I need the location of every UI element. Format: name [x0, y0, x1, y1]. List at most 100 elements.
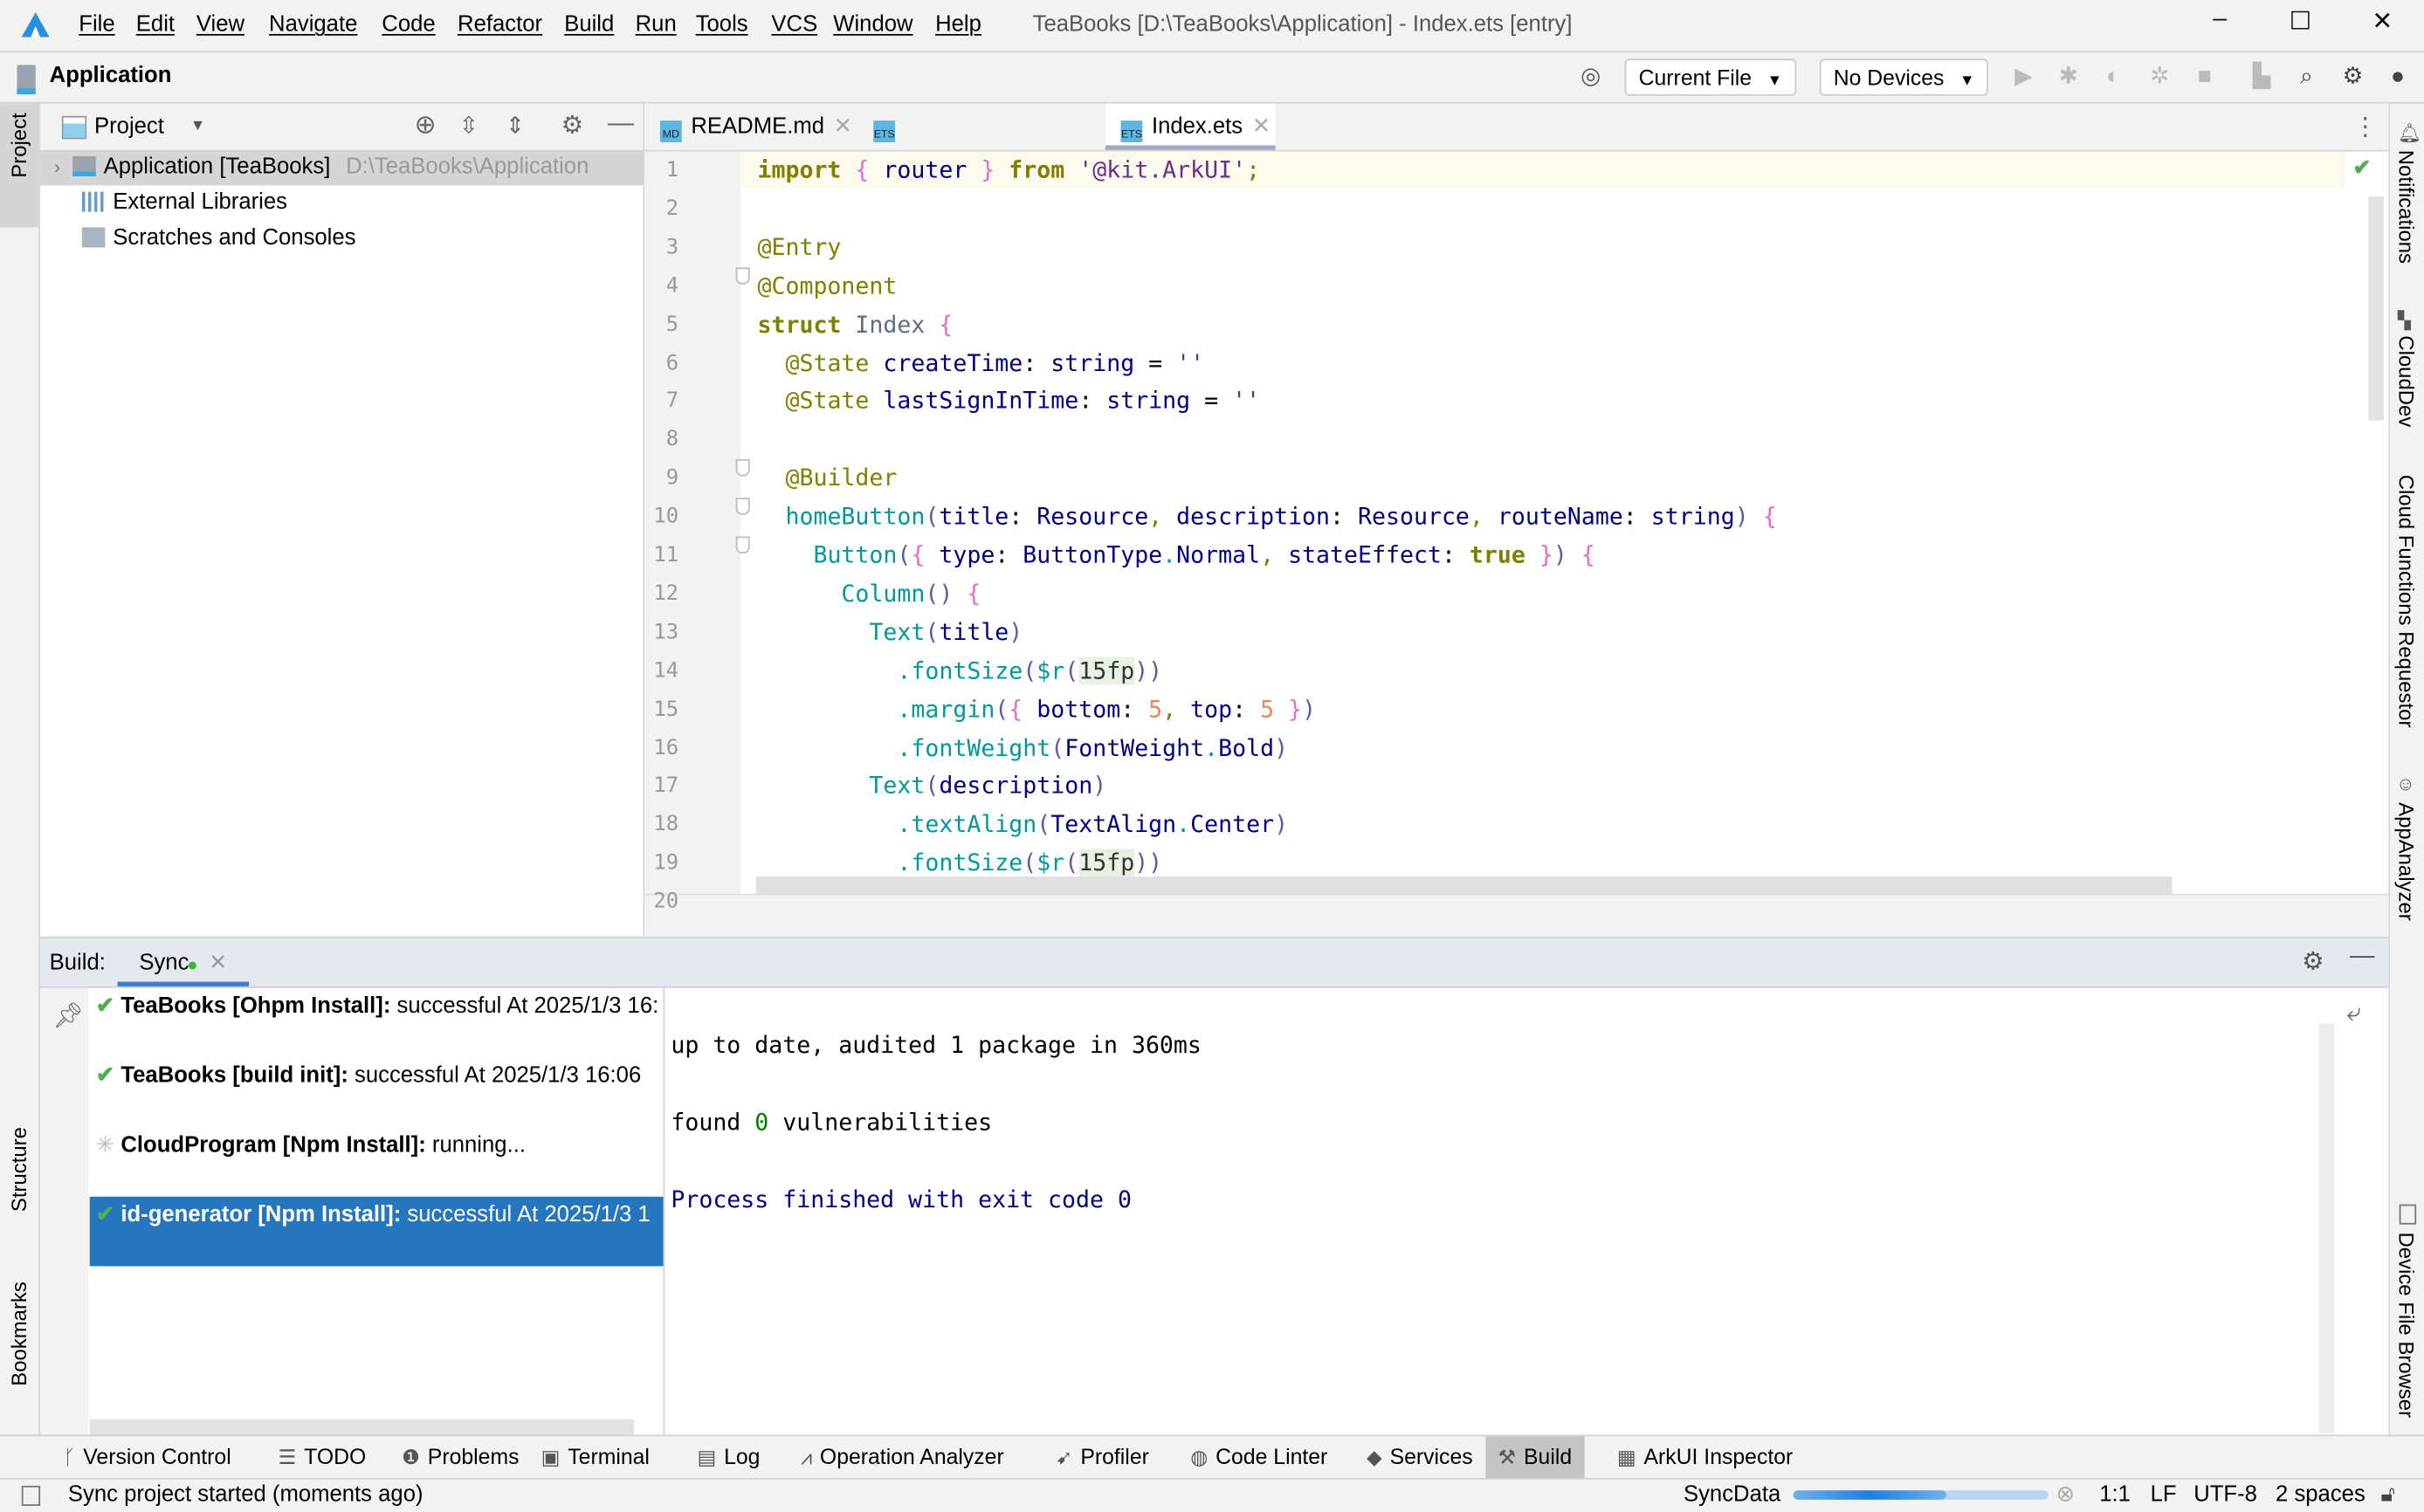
panel-toggle-icon[interactable] — [21, 1485, 41, 1506]
fold-icon[interactable] — [735, 266, 750, 285]
account-icon[interactable]: ● — [2384, 64, 2412, 92]
tool-window-version-control[interactable]: ᚴ Version Control — [51, 1436, 243, 1478]
project-view-select[interactable]: Project — [94, 114, 164, 139]
hammer-icon: ⚒ — [1498, 1445, 1517, 1469]
close-tab-icon[interactable]: ✕ — [1252, 114, 1271, 139]
caret-position[interactable]: 1:1 — [2099, 1478, 2131, 1512]
indent-setting[interactable]: 2 spaces — [2276, 1478, 2365, 1512]
select-opened-file-icon[interactable]: ⊕ — [414, 110, 436, 141]
close-button[interactable]: ✕ — [2359, 6, 2406, 44]
expand-all-icon[interactable]: ⇳ — [459, 112, 479, 139]
hide-panel-icon[interactable]: — — [608, 108, 634, 139]
status-message[interactable]: Sync project started (moments ago) — [68, 1478, 424, 1512]
tool-window-build[interactable]: ⚒ Build — [1485, 1436, 1585, 1479]
profile-icon[interactable]: ✲ — [2145, 64, 2173, 92]
window-title: TeaBooks [D:\TeaBooks\Application] - Ind… — [1032, 12, 1573, 38]
tool-window-terminal[interactable]: ▣ Terminal — [528, 1436, 662, 1478]
lock-icon[interactable]: 🔓︎ — [2380, 1478, 2395, 1512]
tab-index-ets[interactable]: ETS Index.ets ✕ — [1105, 103, 1276, 150]
menu-help[interactable]: Help — [935, 12, 981, 37]
menu-view[interactable]: View — [196, 12, 244, 37]
project-tool-button[interactable]: Project — [0, 103, 39, 228]
console-text: found — [671, 1108, 755, 1137]
line-separator[interactable]: LF — [2151, 1478, 2177, 1512]
menu-refactor[interactable]: Refactor — [458, 12, 542, 37]
background-task-label[interactable]: SyncData — [1684, 1478, 1780, 1512]
maximize-button[interactable]: ☐ — [2277, 6, 2324, 44]
bookmarks-tool-button[interactable]: Bookmarks — [8, 1282, 31, 1386]
build-tree-scrollbar[interactable] — [89, 1419, 634, 1435]
notifications-tool-button[interactable]: Notifications — [2394, 150, 2418, 264]
file-encoding[interactable]: UTF-8 — [2193, 1478, 2257, 1512]
code-token: ( — [925, 502, 940, 531]
gear-icon[interactable]: ⚙ — [561, 110, 583, 141]
tree-item-scratches[interactable]: Scratches and Consoles — [40, 221, 643, 257]
build-console[interactable]: up to date, audited 1 package in 360ms f… — [671, 988, 2318, 1437]
device-select[interactable]: No Devices ▼ — [1819, 58, 1989, 96]
tool-window-code-linter[interactable]: ◍ Code Linter — [1178, 1436, 1339, 1478]
chevron-right-icon[interactable]: › — [54, 156, 60, 178]
menu-run[interactable]: Run — [636, 12, 677, 37]
tool-window-operation-analyzer[interactable]: ⩘ Operation Analyzer — [788, 1436, 1016, 1478]
attach-debugger-icon[interactable]: ◐ — [2099, 64, 2127, 92]
minimize-button[interactable]: – — [2197, 6, 2243, 44]
tool-window-problems[interactable]: ❶ Problems — [389, 1436, 532, 1478]
device-manager-icon[interactable]: ▙ — [2248, 64, 2276, 92]
build-task-item[interactable]: ✳ CloudProgram [Npm Install]: running... — [90, 1127, 664, 1197]
stop-icon[interactable]: ■ — [2191, 64, 2219, 92]
menu-file[interactable]: File — [79, 12, 114, 37]
tab-entryability-ets[interactable]: ETSEntryAbility.ets✕ — [858, 104, 1071, 186]
horizontal-scrollbar[interactable] — [755, 876, 2173, 894]
tab-readme-md[interactable]: MD README.md ✕ — [644, 104, 857, 150]
menu-edit[interactable]: Edit — [136, 12, 175, 37]
soft-wrap-icon[interactable]: ⤶ — [2346, 1000, 2360, 1028]
tool-window-todo[interactable]: ☰ TODO — [266, 1436, 379, 1478]
close-tab-icon[interactable]: ✕ — [209, 949, 227, 973]
pin-icon[interactable]: 📌︎ — [52, 1000, 84, 1031]
sync-progress-bar — [1793, 1490, 2049, 1500]
menu-tools[interactable]: Tools — [696, 12, 748, 37]
tree-item-external-libraries[interactable]: External Libraries — [40, 186, 643, 222]
cloud-functions-tool-button[interactable]: Cloud Functions Requestor — [2394, 475, 2418, 728]
cancel-task-icon[interactable]: ⊗ — [2056, 1478, 2076, 1512]
tool-window-profiler[interactable]: ➹ Profiler — [1043, 1436, 1161, 1478]
gear-icon[interactable]: ⚙ — [2339, 64, 2367, 92]
locate-icon[interactable]: ◎ — [1577, 64, 1605, 92]
build-task-item[interactable]: ✔ TeaBooks [Ohpm Install]: successful At … — [90, 988, 664, 1058]
build-task-item[interactable]: ✔ id-generator [Npm Install]: successful … — [89, 1196, 664, 1267]
run-config-select[interactable]: Current File ▼ — [1624, 58, 1797, 96]
tree-item-application[interactable]: › Application [TeaBooks] D:\TeaBooks\Appl… — [40, 149, 644, 186]
project-breadcrumb[interactable]: Application — [50, 64, 172, 88]
hide-panel-icon[interactable]: — — [2350, 943, 2374, 971]
code-area[interactable]: import { router } from '@kit.ArkUI'; @Ent… — [740, 152, 2388, 894]
code-token: . — [1204, 733, 1219, 762]
more-options-icon[interactable]: ⋮ — [2353, 112, 2378, 142]
menu-navigate[interactable]: Navigate — [269, 12, 357, 37]
menu-code[interactable]: Code — [382, 12, 435, 37]
debug-icon[interactable]: ✱ — [2055, 64, 2083, 92]
tab-sync[interactable]: Sync ✕ — [117, 938, 249, 986]
tool-window-log[interactable]: ▤ Log — [685, 1436, 772, 1478]
menu-build[interactable]: Build — [564, 12, 614, 37]
gear-icon[interactable]: ⚙ — [2302, 946, 2324, 977]
tool-window-services[interactable]: ◆ Services — [1354, 1436, 1485, 1478]
console-scrollbar[interactable] — [2318, 1023, 2335, 1433]
tool-window-arkui-inspector[interactable]: ▦ ArkUI Inspector — [1605, 1436, 1806, 1478]
vertical-scrollbar[interactable] — [2368, 196, 2384, 421]
structure-tool-button[interactable]: Structure — [8, 1127, 31, 1212]
close-tab-icon[interactable]: ✕ — [834, 114, 853, 139]
collapse-all-icon[interactable]: ⇕ — [506, 112, 525, 139]
menu-vcs[interactable]: VCS — [771, 12, 817, 37]
device-file-browser-tool-button[interactable]: Device File Browser — [2394, 1232, 2418, 1418]
run-icon[interactable]: ▶ — [2010, 64, 2038, 92]
search-icon[interactable]: ⌕ — [2293, 64, 2321, 92]
menu-window[interactable]: Window — [833, 12, 912, 37]
fold-icon[interactable] — [735, 459, 750, 477]
build-task-item[interactable]: ✔ TeaBooks [build init]: successful At 20… — [90, 1057, 664, 1127]
clouddev-tool-button[interactable]: CloudDev — [2394, 335, 2418, 427]
fold-icon[interactable] — [735, 498, 750, 515]
chevron-down-icon[interactable]: ▼ — [190, 118, 206, 134]
fold-icon[interactable] — [735, 536, 750, 553]
appanalyzer-tool-button[interactable]: AppAnalyzer — [2394, 802, 2418, 921]
